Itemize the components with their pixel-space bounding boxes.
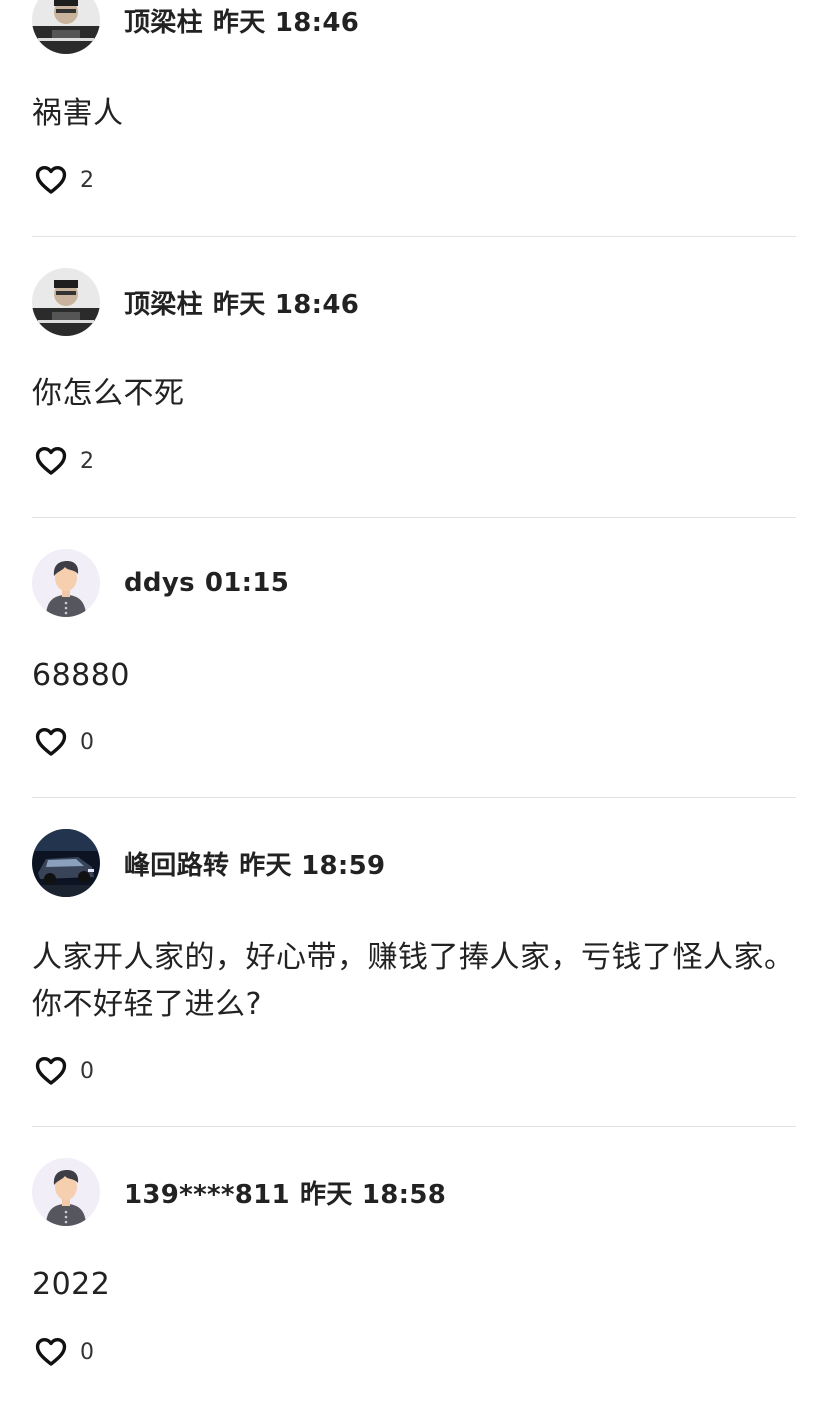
like-count: 2 <box>80 448 94 474</box>
username[interactable]: 顶梁柱 <box>124 8 203 38</box>
comment-header: 139****811 昨天 18:58 <box>32 1158 446 1226</box>
divider <box>32 1126 796 1127</box>
heart-icon <box>35 727 67 756</box>
like-count: 0 <box>80 729 94 755</box>
comment-text: 人家开人家的，好心带，赚钱了捧人家，亏钱了怪人家。你不好轻了进么? <box>32 940 795 1022</box>
photo-avatar-car-icon <box>32 829 100 897</box>
comment-text: 68880 <box>32 658 130 693</box>
divider <box>32 797 796 798</box>
comment-text: 祸害人 <box>32 96 124 131</box>
photo-avatar-person-icon <box>32 268 100 336</box>
heart-icon <box>35 165 67 194</box>
default-avatar-icon <box>32 1158 100 1226</box>
like-button[interactable]: 2 <box>34 444 94 478</box>
username[interactable]: 顶梁柱 <box>124 290 203 320</box>
like-button[interactable]: 0 <box>34 1054 94 1088</box>
comment-meta: 139****811 昨天 18:58 <box>124 1174 446 1211</box>
comment-meta: 峰回路转 昨天 18:59 <box>124 845 385 882</box>
like-button[interactable]: 0 <box>34 725 94 759</box>
username[interactable]: 139****811 <box>124 1180 290 1210</box>
heart-icon <box>35 1056 67 1085</box>
default-avatar-icon <box>32 549 100 617</box>
like-count: 0 <box>80 1339 94 1365</box>
avatar[interactable] <box>32 829 100 897</box>
like-count: 0 <box>80 1058 94 1084</box>
photo-avatar-person-icon <box>32 0 100 54</box>
avatar[interactable] <box>32 549 100 617</box>
like-button[interactable]: 0 <box>34 1335 94 1369</box>
avatar[interactable] <box>32 1158 100 1226</box>
timestamp: 01:15 <box>204 568 290 598</box>
timestamp: 昨天 18:59 <box>239 850 386 881</box>
timestamp: 昨天 18:46 <box>212 7 360 38</box>
comment-meta: 顶梁柱 昨天 18:46 <box>124 2 359 39</box>
comment-text: 你怎么不死 <box>32 376 185 411</box>
like-button[interactable]: 2 <box>34 163 94 197</box>
heart-icon <box>35 446 67 475</box>
comment-header: ddys 01:15 <box>32 549 289 617</box>
like-count: 2 <box>80 167 94 193</box>
timestamp: 昨天 18:58 <box>299 1179 447 1210</box>
avatar[interactable] <box>32 0 100 54</box>
comment-meta: 顶梁柱 昨天 18:46 <box>124 284 359 321</box>
heart-icon <box>35 1337 67 1366</box>
comment-meta: ddys 01:15 <box>124 568 289 598</box>
comment-header: 顶梁柱 昨天 18:46 <box>32 268 359 336</box>
username[interactable]: 峰回路转 <box>124 851 229 881</box>
username[interactable]: ddys <box>124 568 195 598</box>
divider <box>32 517 796 518</box>
comment-text: 2022 <box>32 1267 111 1302</box>
divider <box>32 236 796 237</box>
avatar[interactable] <box>32 268 100 336</box>
timestamp: 昨天 18:46 <box>212 289 360 320</box>
comment-header: 峰回路转 昨天 18:59 <box>32 829 385 897</box>
comment-header: 顶梁柱 昨天 18:46 <box>32 0 359 54</box>
